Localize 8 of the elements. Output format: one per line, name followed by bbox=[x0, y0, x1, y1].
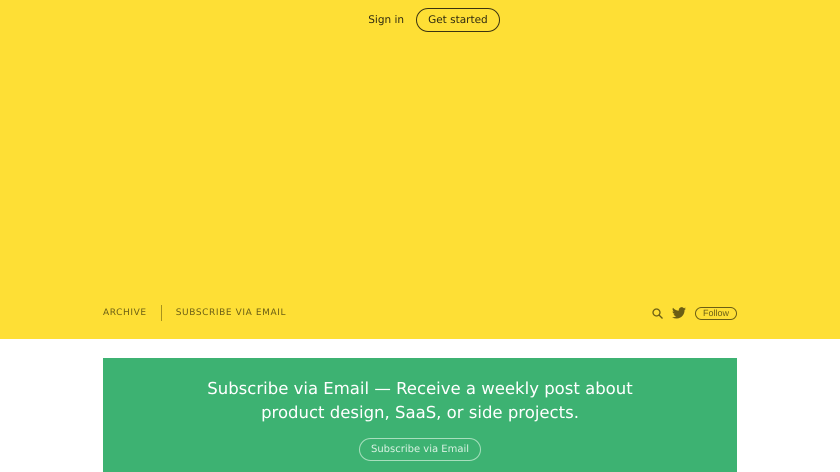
follow-button[interactable]: Follow bbox=[694, 306, 737, 320]
sign-in-link[interactable]: Sign in bbox=[368, 14, 404, 26]
nav-link[interactable]: ARCHIVE bbox=[103, 308, 147, 318]
search-icon[interactable] bbox=[652, 308, 663, 318]
get-started-button[interactable]: Get started bbox=[416, 8, 500, 32]
nav-link[interactable]: SUBSCRIBE VIA EMAIL bbox=[176, 308, 286, 318]
subscribe-message: Subscribe via Email — Receive a weekly post about product design, SaaS, or side projects. bbox=[206, 378, 634, 424]
bird-icon[interactable] bbox=[672, 307, 686, 319]
